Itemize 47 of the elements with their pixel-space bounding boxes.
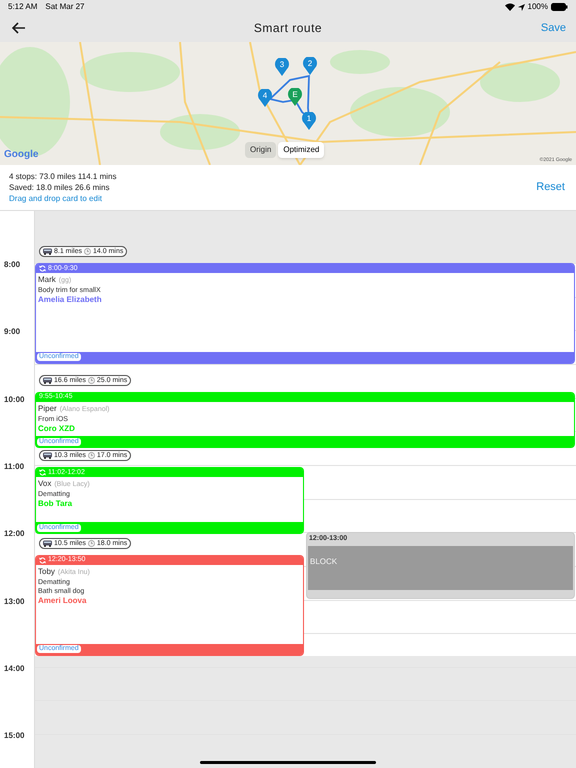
hour-label: 10:00 (4, 394, 24, 406)
map-mode-tab[interactable]: Optimized (278, 142, 324, 158)
client-name: Coro XZD (38, 424, 76, 434)
client-name: Bob Tara (38, 499, 74, 510)
repeat-icon (39, 556, 46, 564)
hour-label: 15:00 (4, 730, 24, 742)
status-time: 5:12 AM (8, 1, 38, 13)
repeat-icon (39, 265, 46, 272)
client-name: Ameri Loova (38, 596, 88, 606)
hour-label: 11:00 (4, 460, 24, 473)
route-stats: 4 stops: 73.0 miles 114.1 mins (9, 171, 116, 182)
battery-icon (551, 3, 568, 11)
client-name: Amelia Elizabeth (38, 295, 103, 305)
pet-name: Mark (38, 275, 56, 285)
hour-label: 14:00 (4, 662, 24, 675)
map-pin[interactable]: 1 (302, 112, 316, 130)
map-pin[interactable]: 3 (275, 58, 289, 76)
van-icon (43, 540, 52, 547)
van-icon (43, 376, 52, 384)
hour-label: 13:00 (4, 596, 24, 608)
clock-icon (88, 452, 95, 460)
reset-button[interactable]: Reset (536, 179, 565, 196)
edit-hint: Drag and drop card to edit (9, 193, 103, 204)
pet-name: Vox (38, 479, 52, 490)
pet-name: Piper (38, 404, 57, 414)
map-mode-tab[interactable]: Origin (245, 142, 276, 158)
back-button[interactable] (10, 20, 28, 36)
hour-label: 8:00 (4, 259, 20, 271)
screen-title: Smart route (254, 20, 322, 37)
van-icon (43, 248, 52, 255)
hour-label: 12:00 (4, 528, 24, 540)
location-icon (518, 4, 525, 10)
clock-icon (88, 376, 95, 384)
wifi-icon (504, 3, 515, 11)
block-label: BLOCK (310, 556, 338, 566)
clock-icon (84, 248, 92, 255)
map-pin[interactable]: 2 (303, 57, 317, 75)
saved-stats: Saved: 18.0 miles 26.6 mins (9, 182, 110, 193)
repeat-icon (39, 469, 46, 476)
pet-name: Toby (38, 566, 55, 577)
google-logo: Google (4, 148, 38, 162)
hour-label: 9:00 (4, 326, 20, 338)
clock-icon (88, 540, 95, 547)
map-pin[interactable]: 4 (258, 89, 272, 107)
battery-percent: 100% (528, 1, 548, 13)
van-icon (43, 452, 52, 460)
status-date: Sat Mar 27 (45, 1, 84, 13)
